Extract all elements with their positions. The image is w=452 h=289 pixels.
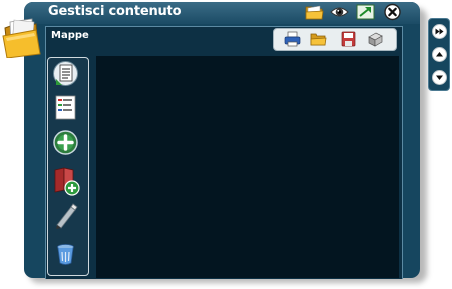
arrow-up-icon[interactable]	[432, 47, 447, 62]
section-title: Mappe	[51, 30, 89, 41]
save-icon[interactable]	[340, 31, 357, 47]
add-icon[interactable]	[52, 129, 79, 156]
trash-icon[interactable]	[52, 240, 79, 267]
close-icon[interactable]	[383, 3, 402, 21]
eye-icon[interactable]	[330, 3, 349, 21]
export-icon[interactable]	[367, 31, 384, 47]
document-icon[interactable]	[52, 60, 79, 87]
arrow-down-icon[interactable]	[432, 70, 447, 85]
open-folder-icon[interactable]	[310, 31, 327, 47]
new-page-icon[interactable]	[52, 94, 79, 121]
fullscreen-icon[interactable]	[356, 3, 375, 21]
pencil-icon[interactable]	[52, 202, 79, 229]
print-icon[interactable]	[284, 31, 301, 47]
map-canvas[interactable]	[96, 56, 399, 278]
folder-logo-icon	[2, 16, 42, 58]
add-book-icon[interactable]	[52, 167, 80, 197]
window-title: Gestisci contenuto	[48, 4, 182, 19]
folder-icon[interactable]	[305, 3, 324, 21]
fast-forward-icon[interactable]	[432, 24, 447, 39]
